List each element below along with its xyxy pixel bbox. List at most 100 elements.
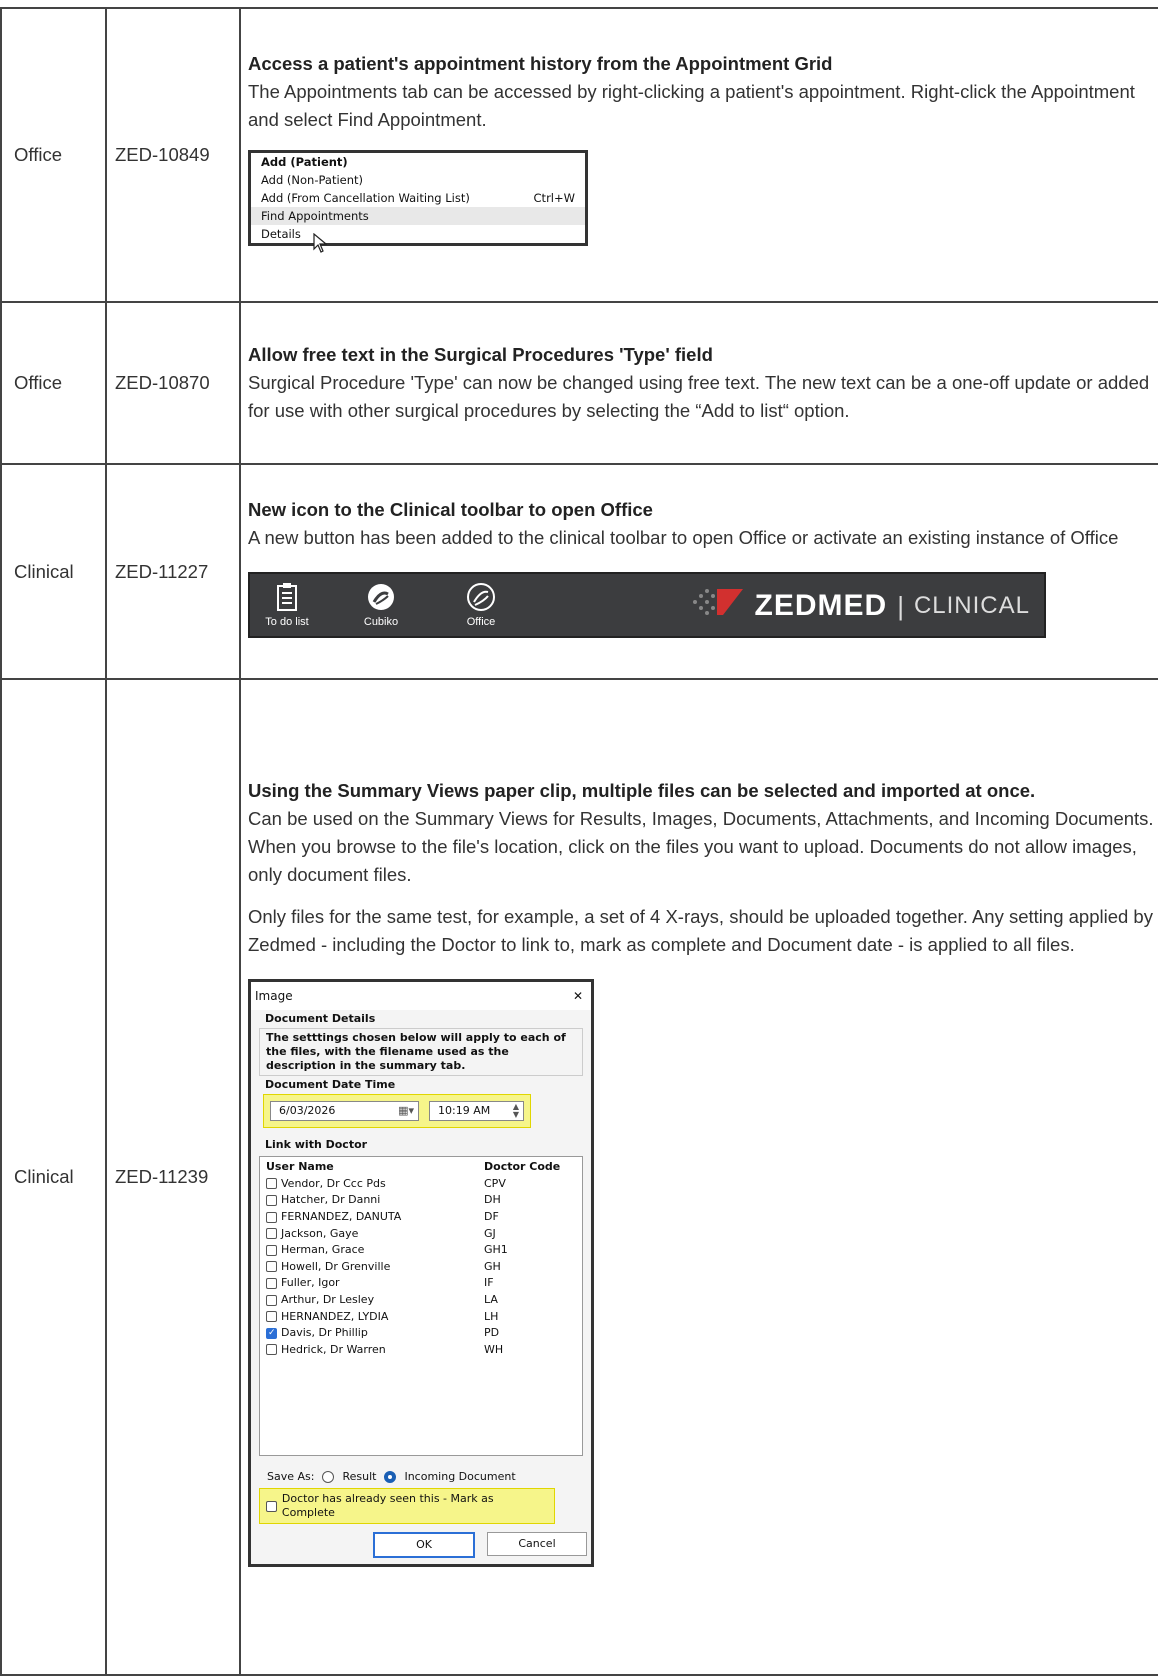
doctor-name: Hatcher, Dr Danni bbox=[281, 1193, 381, 1207]
ticket-code-cell: ZED-11239 bbox=[105, 678, 241, 1676]
zedmed-logo-icon bbox=[689, 585, 745, 627]
list-item: Davis, Dr Phillip PD bbox=[266, 1325, 576, 1342]
doctor-name: Davis, Dr Phillip bbox=[281, 1326, 368, 1340]
doctor-checkbox bbox=[266, 1311, 277, 1323]
incoming-document-radio bbox=[384, 1471, 397, 1483]
brand-separator: | bbox=[897, 590, 904, 621]
document-details-text: The setttings chosen below will apply to… bbox=[259, 1028, 583, 1076]
doctor-checkbox bbox=[266, 1294, 277, 1306]
doctor-code: WH bbox=[484, 1342, 504, 1356]
table-row: Office ZED-10870 Allow free text in the … bbox=[0, 301, 1158, 465]
ticket-code-cell: ZED-10870 bbox=[105, 301, 241, 465]
mark-complete-label: Doctor has already seen this - Mark as C… bbox=[281, 1492, 494, 1519]
cancel-button: Cancel bbox=[487, 1532, 587, 1556]
dialog-buttons: OK Cancel bbox=[251, 1524, 591, 1564]
incoming-radio-label: Incoming Document bbox=[404, 1470, 516, 1483]
menu-item-label: Add (From Cancellation Waiting List) bbox=[261, 191, 470, 205]
description-cell: Access a patient's appointment history f… bbox=[239, 7, 1158, 303]
cubiko-button: Cubiko bbox=[346, 578, 416, 628]
table-row: Clinical ZED-11239 Using the Summary Vie… bbox=[0, 678, 1158, 1676]
save-as-row: Save As: Result Incoming Document bbox=[251, 1456, 591, 1486]
ticket-code-cell: ZED-11227 bbox=[105, 463, 241, 680]
date-time-highlight: 6/03/2026 ▦▾ 10:19 AM ▲ ▼ bbox=[263, 1094, 531, 1128]
menu-item-details: Details bbox=[251, 225, 585, 243]
doctor-code: DH bbox=[484, 1193, 501, 1207]
doctor-checkbox bbox=[266, 1261, 277, 1273]
description-cell: Using the Summary Views paper clip, mult… bbox=[239, 678, 1158, 1676]
date-value: 6/03/2026 bbox=[279, 1104, 336, 1117]
doctor-checkbox bbox=[266, 1178, 277, 1190]
feature-text: Can be used on the Summary Views for Res… bbox=[248, 808, 1154, 885]
table-row: Office ZED-10849 Access a patient's appo… bbox=[0, 7, 1158, 303]
office-icon bbox=[446, 578, 516, 616]
mark-complete-highlight: Doctor has already seen this - Mark as C… bbox=[259, 1488, 555, 1524]
area-cell: Clinical bbox=[0, 463, 107, 680]
menu-item-add-from-waiting-list: Add (From Cancellation Waiting List) Ctrl… bbox=[251, 189, 585, 207]
result-radio bbox=[322, 1471, 335, 1483]
time-field: 10:19 AM ▲ ▼ bbox=[429, 1101, 524, 1121]
doctor-list-header: User Name Doctor Code bbox=[266, 1159, 576, 1176]
feature-title: Allow free text in the Surgical Procedur… bbox=[248, 344, 713, 365]
ok-button: OK bbox=[373, 1532, 475, 1558]
dialog-titlebar: Image ✕ bbox=[251, 982, 591, 1010]
list-item: Fuller, Igor IF bbox=[266, 1275, 576, 1292]
list-item: Howell, Dr Grenville GH bbox=[266, 1259, 576, 1276]
doctor-code: LA bbox=[484, 1293, 498, 1307]
doctor-checkbox bbox=[266, 1194, 277, 1206]
mouse-cursor-icon bbox=[313, 232, 328, 257]
doctor-name: FERNANDEZ, DANUTA bbox=[281, 1210, 402, 1224]
date-field: 6/03/2026 ▦▾ bbox=[270, 1101, 420, 1121]
feature-text-2: Only files for the same test, for exampl… bbox=[248, 906, 1153, 955]
document-details-label: Document Details bbox=[265, 1012, 376, 1025]
toolbar-button-label: Cubiko bbox=[363, 615, 399, 628]
list-item: Hatcher, Dr Danni DH bbox=[266, 1192, 576, 1209]
doctor-name: Howell, Dr Grenville bbox=[281, 1259, 391, 1273]
area-cell: Office bbox=[0, 301, 107, 465]
list-item: Jackson, Gaye GJ bbox=[266, 1225, 576, 1242]
doctor-checkbox bbox=[266, 1277, 277, 1289]
doctor-name: Vendor, Dr Ccc Pds bbox=[281, 1176, 386, 1190]
description-cell: New icon to the Clinical toolbar to open… bbox=[239, 463, 1158, 680]
col-user-name: User Name bbox=[266, 1160, 334, 1174]
area-cell: Clinical bbox=[0, 678, 107, 1676]
doctor-code: GJ bbox=[484, 1226, 496, 1240]
save-as-label: Save As: bbox=[267, 1470, 315, 1483]
menu-item-label: Details bbox=[261, 227, 301, 241]
doctor-name: Fuller, Igor bbox=[281, 1276, 340, 1290]
doctor-list: User Name Doctor Code Vendor, Dr Ccc Pds… bbox=[259, 1156, 583, 1456]
ticket-code-cell: ZED-10849 bbox=[105, 7, 241, 303]
list-item: Arthur, Dr Lesley LA bbox=[266, 1292, 576, 1309]
doctor-checkbox bbox=[266, 1211, 277, 1223]
doctor-checkbox bbox=[266, 1244, 277, 1256]
feature-text: Surgical Procedure 'Type' can now be cha… bbox=[248, 372, 1150, 421]
spinner-icon: ▲ ▼ bbox=[512, 1102, 519, 1119]
menu-item-label: Find Appointments bbox=[261, 209, 369, 223]
feature-text: The Appointments tab can be accessed by … bbox=[248, 81, 1135, 130]
doctor-code: GH1 bbox=[484, 1243, 508, 1257]
doctor-code: DF bbox=[484, 1210, 499, 1224]
todo-list-button: To do list bbox=[252, 578, 322, 628]
office-button: Office bbox=[446, 578, 516, 628]
doctor-checkbox bbox=[266, 1228, 277, 1240]
toolbar-button-label: To do list bbox=[265, 615, 309, 628]
context-menu-screenshot: Add (Patient) Add (Non-Patient) Add (Fro… bbox=[248, 150, 588, 253]
area-cell: Office bbox=[0, 7, 107, 303]
menu-item-add-non-patient: Add (Non-Patient) bbox=[251, 171, 585, 189]
time-value: 10:19 AM bbox=[438, 1104, 491, 1117]
close-icon: ✕ bbox=[572, 989, 583, 1003]
col-doctor-code: Doctor Code bbox=[484, 1160, 561, 1174]
dialog-title: Image bbox=[255, 989, 293, 1003]
feature-title: Using the Summary Views paper clip, mult… bbox=[248, 780, 1036, 801]
brand-sub: CLINICAL bbox=[913, 591, 1030, 619]
feature-title: New icon to the Clinical toolbar to open… bbox=[248, 498, 653, 520]
list-item: FERNANDEZ, DANUTA DF bbox=[266, 1209, 576, 1226]
doctor-name: HERNANDEZ, LYDIA bbox=[281, 1309, 389, 1323]
cubiko-icon bbox=[346, 578, 416, 616]
link-with-doctor-label: Link with Doctor bbox=[265, 1138, 368, 1151]
menu-item-label: Add (Non-Patient) bbox=[261, 173, 364, 187]
release-notes-table: Office ZED-10849 Access a patient's appo… bbox=[0, 7, 1158, 1676]
clipboard-list-icon bbox=[252, 578, 322, 616]
doctor-name: Arthur, Dr Lesley bbox=[281, 1293, 375, 1307]
doctor-name: Hedrick, Dr Warren bbox=[281, 1342, 386, 1356]
doctor-name: Herman, Grace bbox=[281, 1243, 365, 1257]
